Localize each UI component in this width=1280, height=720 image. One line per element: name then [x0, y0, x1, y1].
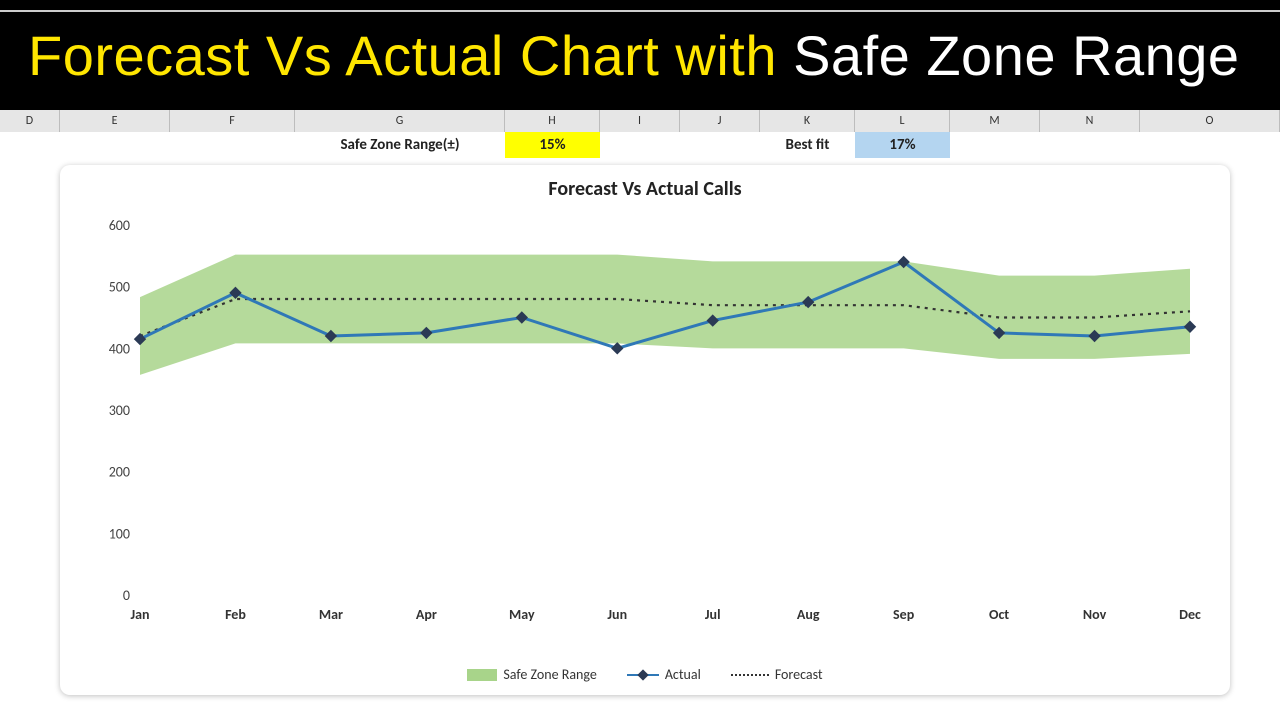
x-tick-label: May — [509, 606, 535, 623]
banner-text-part2: Safe Zone Range — [793, 24, 1239, 87]
parameter-row: Safe Zone Range(±)15% Best fit17% — [0, 132, 1280, 158]
cell-blank[interactable] — [170, 132, 295, 158]
column-header-row: DEFGHIJKLMNO — [0, 110, 1280, 133]
chart-title: Forecast Vs Actual Calls — [60, 177, 1230, 201]
cell-blank[interactable] — [1140, 132, 1280, 158]
x-tick-label: Jul — [705, 606, 721, 623]
legend-swatch-band — [467, 669, 497, 681]
cell-blank[interactable] — [680, 132, 760, 158]
spreadsheet-area: DEFGHIJKLMNO Safe Zone Range(±)15% Best f… — [0, 110, 1280, 720]
safe-zone-band — [140, 255, 1190, 375]
safe-zone-value[interactable]: 15% — [505, 132, 600, 158]
column-header-I[interactable]: I — [600, 110, 680, 132]
legend-safe-zone: Safe Zone Range — [467, 666, 596, 683]
legend-label-actual: Actual — [665, 666, 701, 683]
column-header-K[interactable]: K — [760, 110, 855, 132]
cell-blank[interactable] — [600, 132, 680, 158]
cell-blank[interactable] — [60, 132, 170, 158]
column-header-E[interactable]: E — [60, 110, 170, 132]
column-header-G[interactable]: G — [295, 110, 505, 132]
x-tick-label: Jan — [130, 606, 149, 623]
y-tick-label: 0 — [123, 587, 130, 604]
x-tick-label: Sep — [893, 606, 915, 623]
legend: Safe Zone Range Actual Forecast — [60, 666, 1230, 683]
column-header-H[interactable]: H — [505, 110, 600, 132]
legend-actual: Actual — [627, 666, 701, 683]
x-tick-label: Oct — [989, 606, 1009, 623]
legend-swatch-actual — [627, 674, 659, 676]
y-tick-label: 600 — [109, 217, 130, 234]
banner-text-part1: Forecast Vs Actual Chart with — [28, 24, 793, 87]
legend-label-forecast: Forecast — [775, 666, 823, 683]
column-header-M[interactable]: M — [950, 110, 1040, 132]
cell-blank[interactable] — [1040, 132, 1140, 158]
y-tick-label: 400 — [109, 340, 130, 357]
column-header-O[interactable]: O — [1140, 110, 1280, 132]
safe-zone-label[interactable]: Safe Zone Range(±) — [295, 132, 505, 158]
legend-label-band: Safe Zone Range — [503, 666, 596, 683]
x-tick-label: Mar — [319, 606, 343, 623]
x-tick-label: Aug — [797, 606, 820, 623]
column-header-D[interactable]: D — [0, 110, 60, 132]
title-banner: Forecast Vs Actual Chart with Safe Zone … — [0, 0, 1280, 110]
column-header-N[interactable]: N — [1040, 110, 1140, 132]
cell-blank[interactable] — [0, 132, 60, 158]
y-tick-label: 300 — [109, 402, 130, 419]
chart-card: Forecast Vs Actual Calls 0 100 200 300 400 50… — [60, 165, 1230, 695]
chart-plot: 0 100 200 300 400 500 600 Jan Feb Mar Apr May Jun Jul… — [80, 215, 1210, 635]
cell-blank[interactable] — [950, 132, 1040, 158]
legend-forecast: Forecast — [731, 666, 823, 683]
column-header-J[interactable]: J — [680, 110, 760, 132]
y-tick-label: 100 — [109, 525, 130, 542]
actual-marker — [612, 343, 623, 354]
legend-swatch-forecast — [731, 674, 769, 676]
x-tick-label: Feb — [225, 606, 246, 623]
column-header-L[interactable]: L — [855, 110, 950, 132]
y-tick-label: 500 — [109, 279, 130, 296]
column-header-F[interactable]: F — [170, 110, 295, 132]
y-tick-label: 200 — [109, 464, 130, 481]
best-fit-value[interactable]: 17% — [855, 132, 950, 158]
best-fit-label[interactable]: Best fit — [760, 132, 855, 158]
banner-text: Forecast Vs Actual Chart with Safe Zone … — [28, 23, 1240, 88]
x-tick-label: Apr — [416, 606, 437, 623]
x-tick-label: Dec — [1179, 606, 1201, 623]
x-tick-label: Jun — [607, 606, 627, 623]
x-tick-label: Nov — [1083, 606, 1107, 623]
